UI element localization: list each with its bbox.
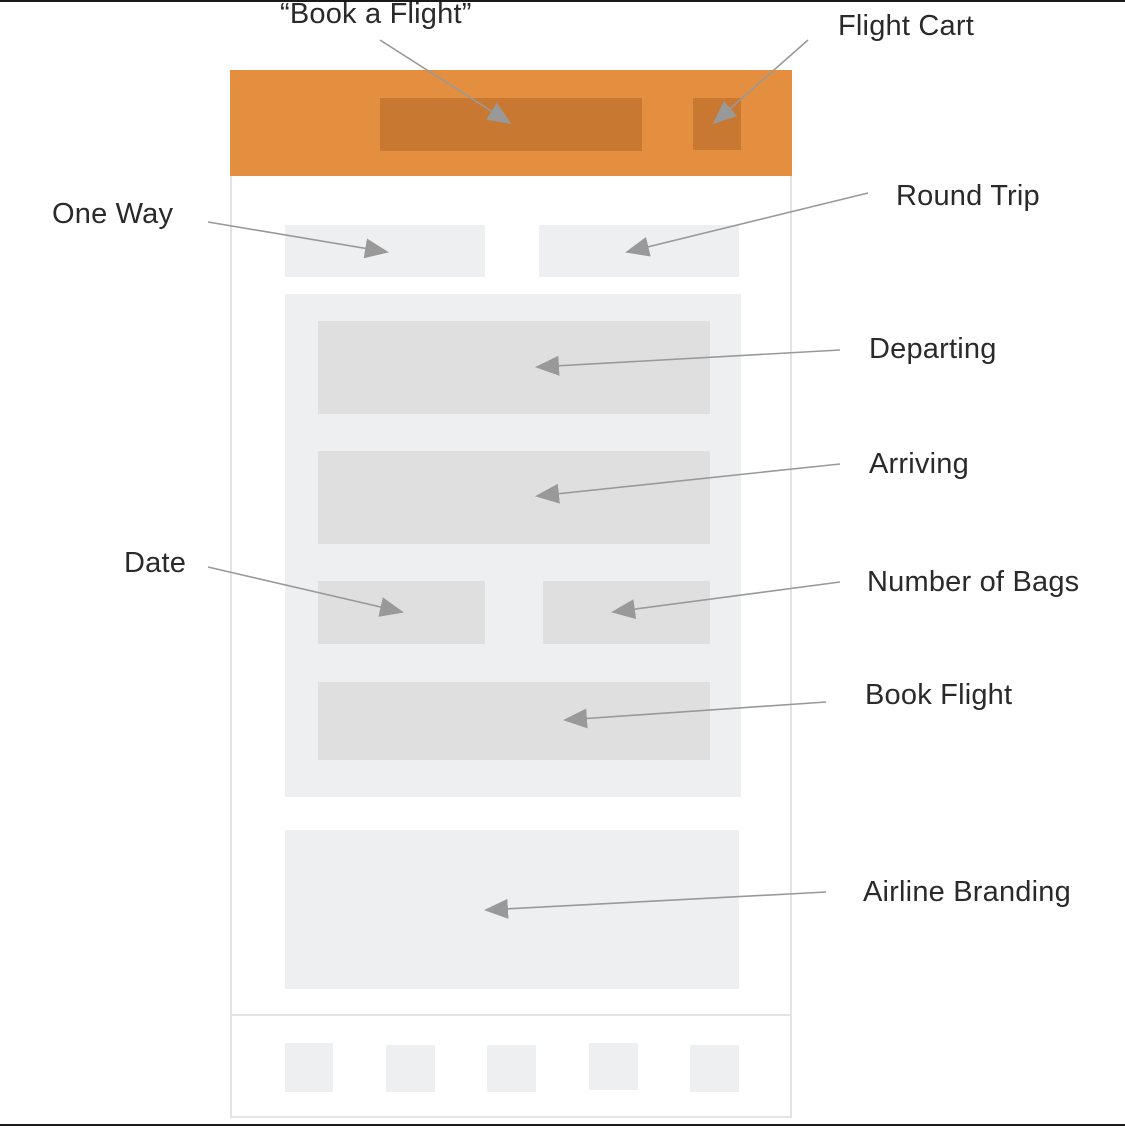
label-flight-cart: Flight Cart xyxy=(838,10,974,42)
one-way-button[interactable] xyxy=(285,225,485,277)
date-field[interactable] xyxy=(318,581,485,644)
label-date: Date xyxy=(124,547,187,579)
label-book-flight: Book Flight xyxy=(865,679,1013,711)
label-one-way: One Way xyxy=(52,198,174,230)
label-book-a-flight: “Book a Flight” xyxy=(280,0,472,30)
label-round-trip: Round Trip xyxy=(896,180,1040,212)
airline-branding-area xyxy=(285,830,739,989)
label-airline-branding: Airline Branding xyxy=(863,876,1071,908)
bottom-border xyxy=(0,1124,1125,1126)
top-border xyxy=(0,0,1125,2)
tab-bar-item-1[interactable] xyxy=(285,1043,333,1092)
tab-bar-item-3[interactable] xyxy=(487,1045,536,1092)
round-trip-button[interactable] xyxy=(539,225,739,277)
tab-bar-item-2[interactable] xyxy=(386,1045,435,1092)
tab-bar-divider xyxy=(230,1014,792,1016)
book-flight-button[interactable] xyxy=(318,682,710,760)
page-title-placeholder xyxy=(380,98,642,151)
label-number-of-bags: Number of Bags xyxy=(867,566,1080,598)
flight-cart-button[interactable] xyxy=(693,98,741,150)
label-arriving: Arriving xyxy=(869,448,969,480)
number-of-bags-field[interactable] xyxy=(543,581,710,644)
departing-field[interactable] xyxy=(318,321,710,414)
tab-bar-item-5[interactable] xyxy=(690,1045,739,1092)
tab-bar-item-4[interactable] xyxy=(589,1043,638,1090)
arriving-field[interactable] xyxy=(318,451,710,544)
label-departing: Departing xyxy=(869,333,997,365)
